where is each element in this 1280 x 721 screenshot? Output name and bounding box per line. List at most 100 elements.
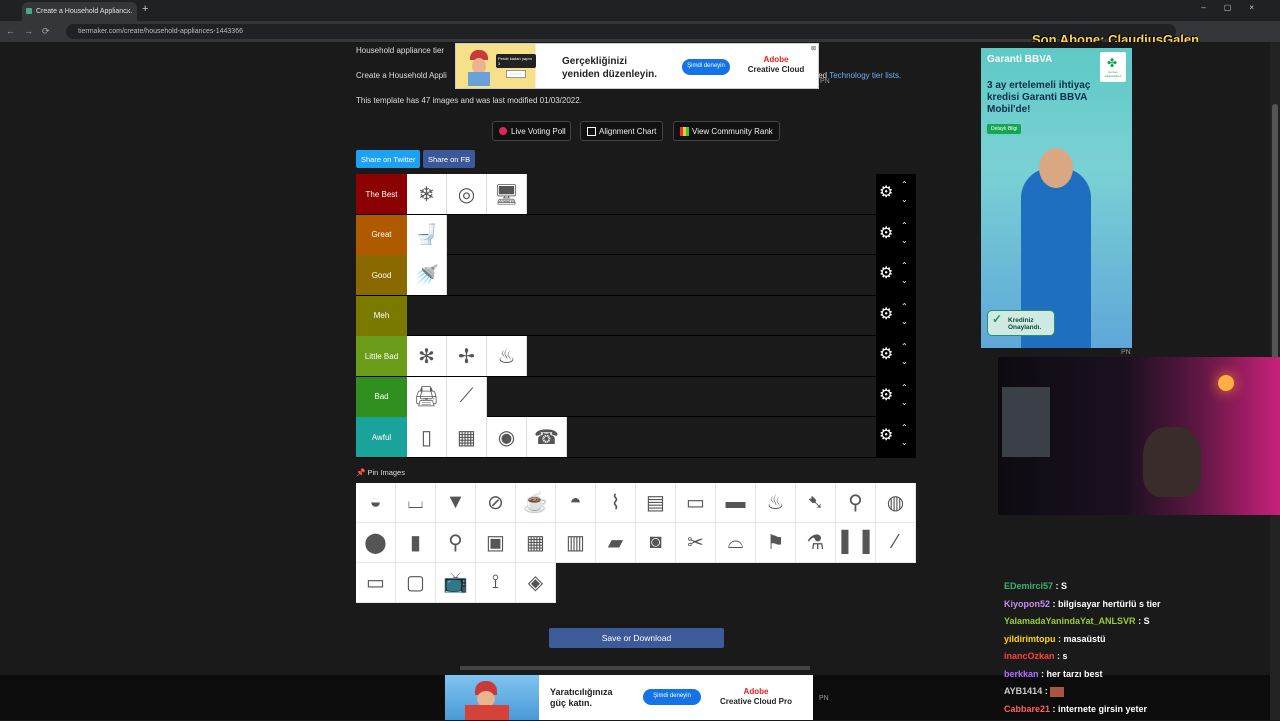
chevron-up-icon[interactable]: ⌃ bbox=[901, 424, 908, 432]
stereo-tile[interactable]: ▌▐ bbox=[836, 523, 876, 563]
tier-label[interactable]: Good bbox=[356, 255, 407, 295]
url-field[interactable]: tiermaker.com/create/household-appliance… bbox=[66, 24, 1176, 39]
side-ad-detail-button[interactable]: Detaylı Bilgi bbox=[987, 124, 1021, 134]
tier-items: ✻✢♨ bbox=[407, 336, 527, 376]
gear-icon[interactable]: ⚙ bbox=[879, 266, 893, 282]
bathtub-tile[interactable]: ⌴ bbox=[396, 483, 436, 523]
nav-buttons[interactable]: ←→⟳ bbox=[6, 26, 59, 37]
juicer-tile[interactable]: ▮ bbox=[396, 523, 436, 563]
charcoal-grill-tile[interactable]: ⚑ bbox=[756, 523, 796, 563]
tab-close-icon[interactable]: × bbox=[126, 6, 131, 16]
tier-label[interactable]: Great bbox=[356, 215, 407, 255]
chest-freezer-tile[interactable]: ▭ bbox=[676, 483, 716, 523]
standing-fan-tile[interactable]: ✻ bbox=[407, 336, 447, 376]
tier-label[interactable]: Little Bad bbox=[356, 336, 407, 376]
printer-tile[interactable]: 🖨 bbox=[407, 377, 447, 417]
gas-stove-tile[interactable]: ▦ bbox=[447, 417, 487, 457]
air-conditioner-tile[interactable]: ❄ bbox=[407, 174, 447, 214]
dryer-tile[interactable]: ◉ bbox=[487, 417, 527, 457]
technology-link[interactable]: Technology tier lists. bbox=[829, 71, 901, 80]
new-tab-icon[interactable]: + bbox=[142, 3, 148, 15]
air-fryer-tile[interactable]: ◒ bbox=[356, 483, 396, 523]
griddle-tile[interactable]: ▬ bbox=[716, 483, 756, 523]
gear-icon[interactable]: ⚙ bbox=[879, 185, 893, 201]
sink-tile[interactable]: ⌓ bbox=[716, 523, 756, 563]
shower-head-tile[interactable]: 🚿 bbox=[407, 255, 447, 295]
hair-dryer-tile[interactable]: ➷ bbox=[796, 483, 836, 523]
community-rank-button[interactable]: View Community Rank bbox=[673, 121, 780, 141]
straightener-tile[interactable]: ⁄ bbox=[876, 523, 916, 563]
chevron-down-icon[interactable]: ⌄ bbox=[901, 358, 908, 366]
blender-tile[interactable]: ▼ bbox=[436, 483, 476, 523]
top-banner-ad[interactable]: Perde kadarı yapın 3 Oluşur Gerçekliğini… bbox=[455, 43, 819, 89]
floor-lamp-tile[interactable]: ⚲ bbox=[436, 523, 476, 563]
chevron-up-icon[interactable]: ⌃ bbox=[901, 262, 908, 270]
cordless-phone-tile[interactable]: ☎ bbox=[527, 417, 567, 457]
chevron-up-icon[interactable]: ⌃ bbox=[901, 303, 908, 311]
scrollbar-thumb[interactable] bbox=[1272, 104, 1278, 394]
top-ad-cta[interactable]: Şimdi deneyin bbox=[682, 59, 730, 75]
gear-icon[interactable]: ⚙ bbox=[879, 307, 893, 323]
television-tile[interactable]: 📺 bbox=[436, 563, 476, 603]
curling-iron-tile[interactable]: ⌇ bbox=[596, 483, 636, 523]
paper-shredder-tile[interactable]: ▥ bbox=[556, 523, 596, 563]
chevron-down-icon[interactable]: ⌄ bbox=[901, 237, 908, 245]
bottom-banner-ad[interactable]: Yaratıcılığınıza güç katın. Şimdi deneyi… bbox=[445, 675, 813, 720]
chevron-up-icon[interactable]: ⌃ bbox=[901, 384, 908, 392]
toaster-oven-tile[interactable]: ▭ bbox=[356, 563, 396, 603]
chevron-down-icon[interactable]: ⌄ bbox=[901, 318, 908, 326]
hot-plate-tile[interactable]: ◍ bbox=[876, 483, 916, 523]
chevron-down-icon[interactable]: ⌄ bbox=[901, 196, 908, 204]
instant-pot-tile[interactable]: ⬤ bbox=[356, 523, 396, 563]
gear-icon[interactable]: ⚙ bbox=[879, 428, 893, 444]
stand-mixer-tile[interactable]: ⚗ bbox=[796, 523, 836, 563]
chevron-up-icon[interactable]: ⌃ bbox=[901, 343, 908, 351]
ad-close-icon[interactable]: ⊠ bbox=[811, 45, 816, 52]
sewing-machine-tile[interactable]: ✂ bbox=[676, 523, 716, 563]
rice-cooker-tile[interactable]: ◙ bbox=[636, 523, 676, 563]
save-download-button[interactable]: Save or Download bbox=[549, 628, 724, 648]
grill-tile[interactable]: ♨ bbox=[756, 483, 796, 523]
chevron-up-icon[interactable]: ⌃ bbox=[901, 222, 908, 230]
chevron-down-icon[interactable]: ⌄ bbox=[901, 399, 908, 407]
microwave-tile[interactable]: ▣ bbox=[476, 523, 516, 563]
window-controls[interactable]: –▢× bbox=[1201, 3, 1272, 12]
washing-machine-tile[interactable]: ◎ bbox=[447, 174, 487, 214]
refrigerator-tile[interactable]: ▯ bbox=[407, 417, 447, 457]
gear-icon[interactable]: ⚙ bbox=[879, 226, 893, 242]
tier-controls: ⚙ ⌃ ⌄ bbox=[876, 255, 916, 295]
can-opener-tile[interactable]: ⊘ bbox=[476, 483, 516, 523]
vacuum-tile[interactable]: ⟟ bbox=[476, 563, 516, 603]
gear-icon[interactable]: ⚙ bbox=[879, 388, 893, 404]
gear-icon[interactable]: ⚙ bbox=[879, 347, 893, 363]
share-twitter-button[interactable]: Share on Twitter bbox=[356, 150, 420, 168]
side-banner-ad[interactable]: Garanti BBVA ✤ Hemen şikayeteğeni 3 ay e… bbox=[981, 48, 1132, 348]
tier-label[interactable]: Awful bbox=[356, 417, 407, 457]
bottom-ad-cta[interactable]: Şimdi deneyin bbox=[643, 689, 701, 705]
hand-mixer-tile[interactable]: ⚲ bbox=[836, 483, 876, 523]
toaster-tile[interactable]: ▢ bbox=[396, 563, 436, 603]
toilet-tile[interactable]: 🚽 bbox=[407, 215, 447, 255]
dishwasher-tile[interactable]: ▤ bbox=[636, 483, 676, 523]
chevron-down-icon[interactable]: ⌄ bbox=[901, 277, 908, 285]
tier-label[interactable]: Meh bbox=[356, 296, 407, 336]
desktop-computer-tile[interactable]: 🖥 bbox=[487, 174, 527, 214]
coffee-maker-tile[interactable]: ☕ bbox=[516, 483, 556, 523]
ceiling-fan-tile[interactable]: ✢ bbox=[447, 336, 487, 376]
live-voting-poll-button[interactable]: Live Voting Poll bbox=[492, 121, 571, 141]
chevron-down-icon[interactable]: ⌄ bbox=[901, 439, 908, 447]
browser-tab[interactable]: Create a Household Applianc... × bbox=[22, 2, 137, 21]
tier-label[interactable]: Bad bbox=[356, 377, 407, 417]
chevron-up-icon[interactable]: ⌃ bbox=[901, 181, 908, 189]
url-text: tiermaker.com/create/household-appliance… bbox=[78, 28, 243, 35]
alignment-chart-button[interactable]: Alignment Chart bbox=[580, 121, 663, 141]
space-heater-tile[interactable]: ♨ bbox=[487, 336, 527, 376]
slow-cooker-tile[interactable]: ◓ bbox=[556, 483, 596, 523]
oven-tile[interactable]: ▦ bbox=[516, 523, 556, 563]
ironing-board-tile[interactable]: ⟋ bbox=[447, 377, 487, 417]
tier-label[interactable]: The Best bbox=[356, 174, 407, 214]
waffle-maker-tile[interactable]: ◈ bbox=[516, 563, 556, 603]
share-fb-button[interactable]: Share on FB bbox=[423, 150, 475, 168]
pancake-griddle-tile[interactable]: ▰ bbox=[596, 523, 636, 563]
pin-images-toggle[interactable]: 📌 Pin Images bbox=[356, 468, 405, 477]
